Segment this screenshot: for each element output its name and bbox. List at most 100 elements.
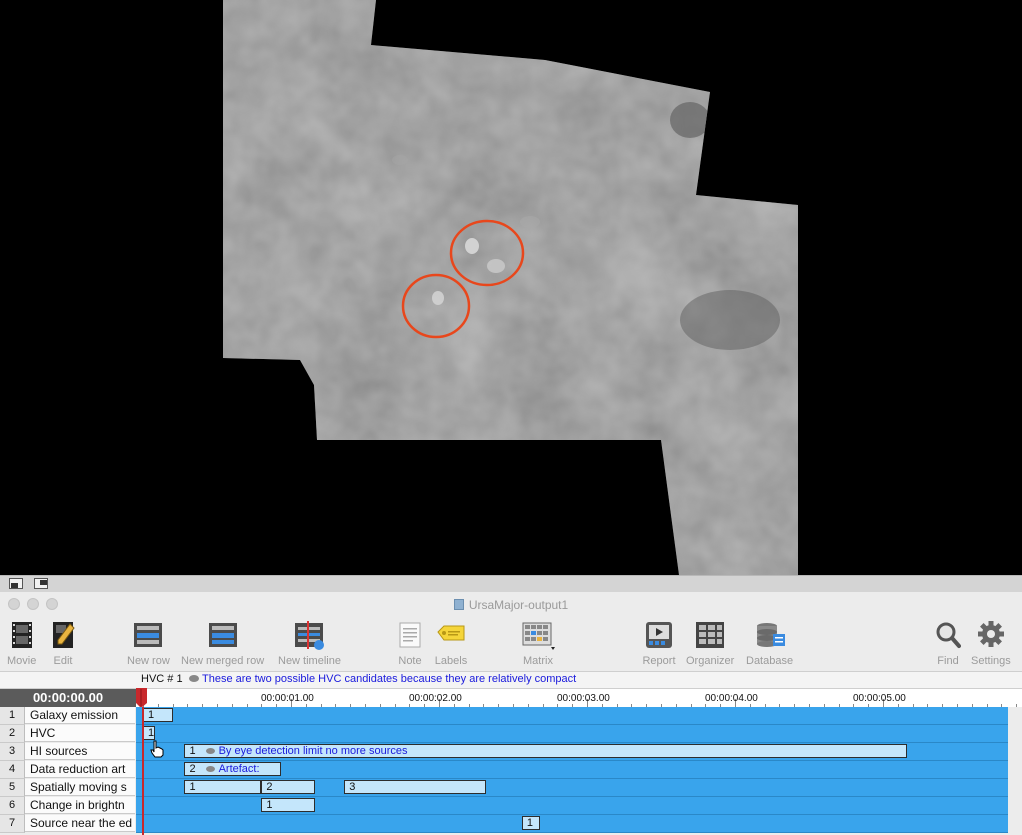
note-button[interactable]: Note xyxy=(397,620,423,667)
sky-image xyxy=(223,0,798,575)
comment-icon xyxy=(205,766,215,772)
time-header: 00:00:00.00 00:00:01.00 00:00:02.00 00:00:… xyxy=(0,689,1022,707)
row-name[interactable]: Galaxy emission xyxy=(25,707,135,724)
row-name[interactable]: HI sources xyxy=(25,743,135,760)
event-segment[interactable]: 1 By eye detection limit no more sources xyxy=(184,744,907,758)
segment-label: 1 xyxy=(266,799,273,811)
database-button[interactable]: Database xyxy=(746,620,793,667)
matrix-button[interactable]: Matrix xyxy=(521,620,555,667)
row-scroll-gutter xyxy=(1008,761,1022,779)
timeline-row[interactable]: 5 Spatially moving s 1 2 3 xyxy=(0,779,1022,797)
event-segment[interactable]: 2 xyxy=(261,780,315,794)
row-name[interactable]: Source near the ed xyxy=(25,815,135,832)
segment-label: 1 xyxy=(148,709,155,721)
window-title: UrsaMajor-output1 xyxy=(0,598,1022,612)
tick-label: 00:00:04.00 xyxy=(705,693,758,704)
image-viewer xyxy=(0,0,1022,575)
tick-label: 00:00:05.00 xyxy=(853,693,906,704)
row-scroll-gutter xyxy=(1008,779,1022,797)
tick-label: 00:00:01.00 xyxy=(261,693,314,704)
row-name[interactable]: Spatially moving s xyxy=(25,779,135,796)
matrix-icon xyxy=(522,622,555,650)
new-timeline-icon xyxy=(295,621,325,650)
row-name[interactable]: HVC xyxy=(25,725,135,742)
movie-icon xyxy=(11,622,32,648)
row-scroll-gutter xyxy=(1008,725,1022,743)
row-name[interactable]: Change in brightn xyxy=(25,797,135,814)
movie-button[interactable]: Movie xyxy=(7,620,36,667)
segment-label: 2 xyxy=(189,763,196,775)
row-track[interactable]: 1 By eye detection limit no more sources xyxy=(136,743,1008,761)
timeline-rows: 1 Galaxy emission 1 2 HVC 1 3 HI sources 1 By eye… xyxy=(0,707,1022,835)
event-segment[interactable]: 1 xyxy=(143,708,173,722)
new-merged-row-icon xyxy=(208,623,237,647)
comment-icon xyxy=(189,675,199,682)
tick-label: 00:00:02.00 xyxy=(409,693,462,704)
row-number: 2 xyxy=(0,725,25,743)
hand-cursor-icon xyxy=(150,740,164,758)
labels-icon xyxy=(437,625,465,641)
segment-comment: Artefact: xyxy=(218,763,260,775)
report-icon xyxy=(646,622,672,648)
timeline-row[interactable]: 6 Change in brightn 1 xyxy=(0,797,1022,815)
timeline-row[interactable]: 4 Data reduction art 2 Artefact: xyxy=(0,761,1022,779)
event-segment[interactable]: 1 xyxy=(261,798,315,812)
row-scroll-gutter xyxy=(1008,815,1022,833)
comment-icon xyxy=(205,748,215,754)
timeline-window: UrsaMajor-output1 Movie Edit New row New… xyxy=(0,592,1022,835)
time-ruler[interactable]: 00:00:01.00 00:00:02.00 00:00:03.00 00:00:0… xyxy=(136,689,1022,707)
row-number: 3 xyxy=(0,743,25,761)
current-time: 00:00:00.00 xyxy=(0,689,136,707)
event-segment[interactable]: 2 Artefact: xyxy=(184,762,281,776)
row-track[interactable]: 1 xyxy=(136,797,1008,815)
segment-label: 1 xyxy=(148,727,155,739)
expand-window-button[interactable] xyxy=(34,578,48,589)
segment-comment: By eye detection limit no more sources xyxy=(218,745,408,757)
gear-icon xyxy=(977,621,1004,647)
playhead-handle-icon[interactable] xyxy=(134,688,148,708)
playhead-line xyxy=(142,707,144,835)
note-icon xyxy=(399,622,421,648)
settings-button[interactable]: Settings xyxy=(971,620,1011,667)
row-number: 1 xyxy=(0,707,25,725)
shrink-window-button[interactable] xyxy=(9,578,23,589)
event-segment[interactable]: 3 xyxy=(344,780,487,794)
row-number: 6 xyxy=(0,797,25,815)
row-number: 5 xyxy=(0,779,25,797)
row-track[interactable]: 2 Artefact: xyxy=(136,761,1008,779)
timeline-row[interactable]: 1 Galaxy emission 1 xyxy=(0,707,1022,725)
tick-label: 00:00:03.00 xyxy=(557,693,610,704)
new-timeline-button[interactable]: New timeline xyxy=(278,620,341,667)
event-segment[interactable]: 1 xyxy=(521,816,540,830)
segment-label: 3 xyxy=(349,781,356,793)
edit-button[interactable]: Edit xyxy=(50,620,76,667)
note-text: These are two possible HVC candidates be… xyxy=(202,673,577,685)
event-segment[interactable]: 1 xyxy=(143,726,155,740)
find-button[interactable]: Find xyxy=(935,620,961,667)
row-number: 4 xyxy=(0,761,25,779)
row-scroll-gutter xyxy=(1008,743,1022,761)
edit-icon xyxy=(53,622,75,648)
row-name[interactable]: Data reduction art xyxy=(25,761,135,778)
labels-button[interactable]: Labels xyxy=(434,620,468,667)
new-row-button[interactable]: New row xyxy=(127,620,170,667)
new-merged-row-button[interactable]: New merged row xyxy=(181,620,264,667)
timeline-row[interactable]: 7 Source near the ed 1 xyxy=(0,815,1022,833)
note-bar[interactable]: HVC # 1 These are two possible HVC candi… xyxy=(0,671,1022,689)
window-size-bar xyxy=(0,575,1022,593)
document-icon xyxy=(453,599,464,610)
note-id: HVC # 1 xyxy=(141,673,183,685)
title-bar: UrsaMajor-output1 xyxy=(0,592,1022,616)
organizer-button[interactable]: Organizer xyxy=(686,620,734,667)
row-track[interactable]: 1 xyxy=(136,725,1008,743)
event-segment[interactable]: 1 xyxy=(184,780,262,794)
row-number: 7 xyxy=(0,815,25,833)
segment-label: 2 xyxy=(266,781,273,793)
row-track[interactable]: 1 xyxy=(136,815,1008,833)
organizer-icon xyxy=(696,622,725,648)
row-scroll-gutter xyxy=(1008,797,1022,815)
report-button[interactable]: Report xyxy=(642,620,676,667)
row-track[interactable]: 1 xyxy=(136,707,1008,725)
row-track[interactable]: 1 2 3 xyxy=(136,779,1008,797)
segment-label: 1 xyxy=(526,817,533,829)
